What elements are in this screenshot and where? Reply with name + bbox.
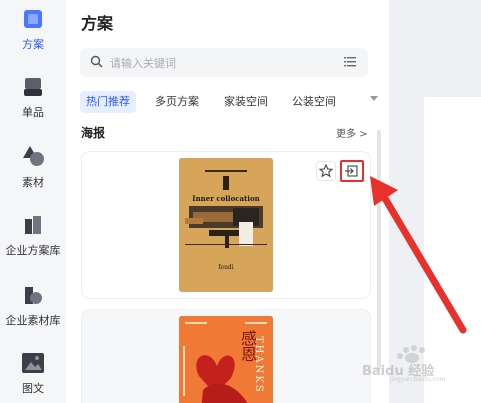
- rail-item-image-text[interactable]: 图文: [0, 352, 66, 396]
- app-window: 方案 单品 素材 企业方案库 企业素材库 图文 方案 请输入关键词 热门推荐 多…: [0, 0, 481, 403]
- tab-home-space[interactable]: 家装空间: [224, 91, 268, 113]
- poster-card-2[interactable]: 感恩 THANKS: [82, 310, 370, 403]
- material-icon: [23, 146, 44, 166]
- rail-label-enterprise-scheme-library: 企业方案库: [5, 244, 61, 257]
- star-icon: [318, 163, 334, 178]
- left-rail: 方案 单品 素材 企业方案库 企业素材库 图文: [0, 0, 66, 403]
- import-icon: [345, 165, 358, 177]
- poster-brand: fendi: [218, 264, 234, 271]
- section-title-poster: 海报: [81, 126, 106, 140]
- favorite-button[interactable]: [316, 161, 336, 181]
- search-icon: [90, 55, 103, 68]
- poster-artwork-1: [179, 158, 273, 292]
- scheme-icon: [24, 10, 42, 28]
- poster-thumbnail-2[interactable]: 感恩 THANKS: [179, 316, 273, 403]
- single-product-icon: [24, 78, 42, 96]
- rail-label-material: 素材: [22, 176, 44, 189]
- scheme-panel: 方案 请输入关键词 热门推荐 多页方案 家装空间 公装空间 海报 更多 > In…: [66, 0, 389, 403]
- rail-label-enterprise-material-library: 企业素材库: [5, 314, 61, 327]
- rail-label-image-text: 图文: [22, 382, 44, 395]
- panel-title: 方案: [81, 14, 114, 33]
- list-filter-icon[interactable]: [344, 56, 356, 67]
- rail-label-scheme: 方案: [22, 38, 44, 51]
- rail-item-enterprise-material-library[interactable]: 企业素材库: [0, 284, 66, 328]
- poster-headline: Inner collocation: [192, 194, 260, 203]
- search-input[interactable]: 请输入关键词: [110, 55, 176, 71]
- enterprise-scheme-library-icon: [25, 216, 41, 234]
- rail-label-single-product: 单品: [22, 106, 44, 119]
- scrollbar[interactable]: [377, 130, 381, 370]
- apply-scheme-button[interactable]: [340, 160, 364, 182]
- poster-card-1[interactable]: Inner collocation fendi: [82, 152, 370, 298]
- tabs-expand-icon[interactable]: [370, 96, 378, 101]
- poster-side-text-2: THANKS: [253, 336, 264, 394]
- poster-thumbnail-1[interactable]: Inner collocation fendi: [179, 158, 273, 292]
- rail-item-enterprise-scheme-library[interactable]: 企业方案库: [0, 214, 66, 258]
- watermark-subtext: jingyan.baidu.com: [390, 376, 446, 383]
- tab-public-space[interactable]: 公装空间: [292, 91, 336, 113]
- image-text-icon: [22, 353, 44, 373]
- rail-item-single-product[interactable]: 单品: [0, 76, 66, 120]
- rail-item-scheme[interactable]: 方案: [0, 8, 66, 52]
- enterprise-material-library-icon: [25, 287, 42, 304]
- search-box[interactable]: 请输入关键词: [80, 48, 368, 77]
- more-link[interactable]: 更多 >: [336, 125, 368, 140]
- category-tabs: 热门推荐 多页方案 家装空间 公装空间: [80, 91, 378, 113]
- tab-multi-page[interactable]: 多页方案: [155, 91, 199, 113]
- watermark: Baidu 经验 jingyan.baidu.com: [360, 344, 478, 384]
- rail-item-material[interactable]: 素材: [0, 144, 66, 190]
- tab-hot-recommend[interactable]: 热门推荐: [80, 91, 136, 113]
